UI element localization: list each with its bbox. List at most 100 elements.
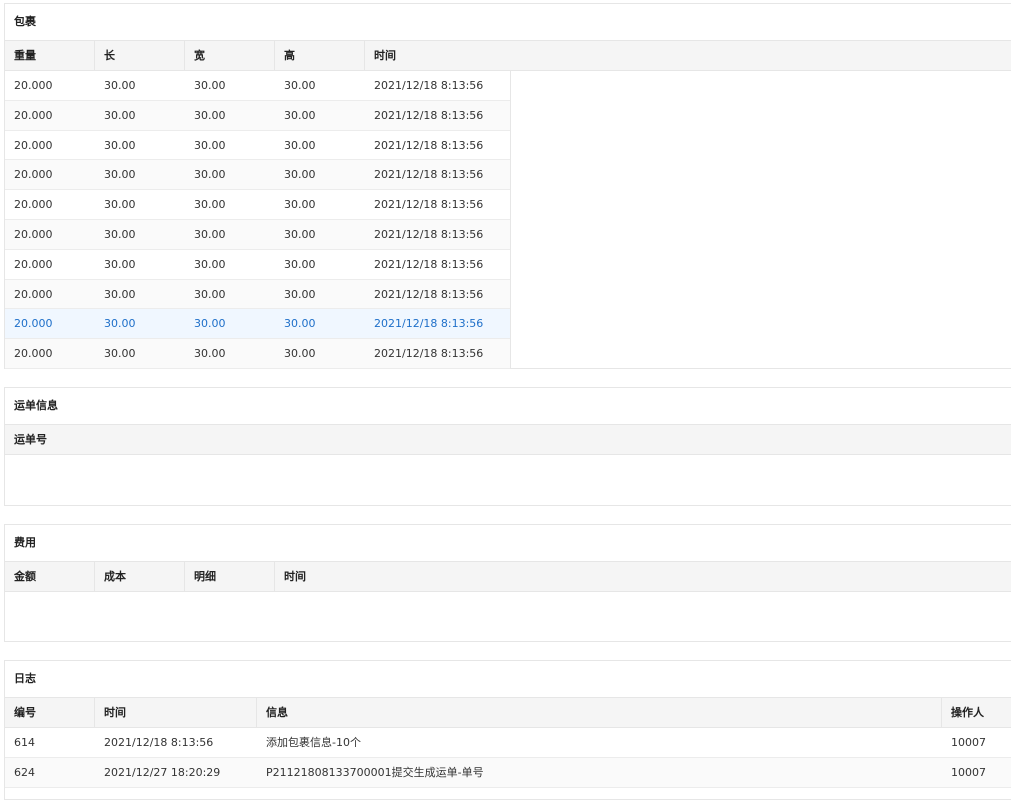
col-cost[interactable]: 成本 xyxy=(95,562,185,591)
cell-length: 30.00 xyxy=(104,287,136,301)
cell-weight: 20.000 xyxy=(14,227,53,241)
cell-length: 30.00 xyxy=(104,168,136,182)
cell-width: 30.00 xyxy=(194,108,226,122)
cell-length: 30.00 xyxy=(104,257,136,271)
table-row[interactable]: 20.000 30.00 30.00 30.00 2021/12/18 8:13… xyxy=(5,250,510,280)
packages-table-body: 20.000 30.00 30.00 30.00 2021/12/18 8:13… xyxy=(5,71,511,369)
cell-width: 30.00 xyxy=(194,287,226,301)
cell-log-time: 2021/12/27 18:20:29 xyxy=(104,765,221,779)
cell-height: 30.00 xyxy=(284,168,316,182)
cell-length: 30.00 xyxy=(104,138,136,152)
cell-time: 2021/12/18 8:13:56 xyxy=(374,79,484,92)
cell-time: 2021/12/18 8:13:56 xyxy=(374,347,484,361)
cell-time: 2021/12/18 8:13:56 xyxy=(374,257,484,271)
cell-log-operator: 10007 xyxy=(951,765,986,779)
cell-time: 2021/12/18 8:13:56 xyxy=(374,198,484,212)
cell-weight: 20.000 xyxy=(14,79,53,92)
cell-width: 30.00 xyxy=(194,79,226,92)
col-detail[interactable]: 明细 xyxy=(185,562,275,591)
cell-length: 30.00 xyxy=(104,198,136,212)
cell-height: 30.00 xyxy=(284,108,316,122)
fees-table-body xyxy=(5,592,1011,642)
table-row[interactable]: 20.000 30.00 30.00 30.00 2021/12/18 8:13… xyxy=(5,190,510,220)
cell-log-info: P21121808133700001提交生成运单-单号 xyxy=(266,765,484,779)
cell-length: 30.00 xyxy=(104,347,136,361)
col-height[interactable]: 高 xyxy=(275,41,365,70)
cell-width: 30.00 xyxy=(194,257,226,271)
log-table-header: 编号 时间 信息 操作人 xyxy=(5,698,1011,728)
col-log-info[interactable]: 信息 xyxy=(257,698,942,727)
cell-width: 30.00 xyxy=(194,138,226,152)
table-row[interactable]: 20.000 30.00 30.00 30.00 2021/12/18 8:13… xyxy=(5,339,510,369)
cell-height: 30.00 xyxy=(284,317,316,331)
log-title: 日志 xyxy=(5,661,1011,698)
cell-weight: 20.000 xyxy=(14,138,53,152)
col-weight[interactable]: 重量 xyxy=(5,41,95,70)
fees-panel: 费用 金额 成本 明细 时间 xyxy=(4,524,1011,642)
packages-title: 包裹 xyxy=(5,4,1011,41)
cell-width: 30.00 xyxy=(194,198,226,212)
waybill-table-header: 运单号 xyxy=(5,425,1011,455)
col-length[interactable]: 长 xyxy=(95,41,185,70)
cell-log-id: 614 xyxy=(14,736,35,749)
cell-time: 2021/12/18 8:13:56 xyxy=(374,168,484,182)
cell-time: 2021/12/18 8:13:56 xyxy=(374,227,484,241)
cell-length: 30.00 xyxy=(104,108,136,122)
table-row[interactable]: 20.000 30.00 30.00 30.00 2021/12/18 8:13… xyxy=(5,131,510,161)
cell-weight: 20.000 xyxy=(14,257,53,271)
col-fee-time[interactable]: 时间 xyxy=(275,562,1011,591)
col-log-operator[interactable]: 操作人 xyxy=(942,698,1011,727)
cell-time: 2021/12/18 8:13:56 xyxy=(374,287,484,301)
col-width[interactable]: 宽 xyxy=(185,41,275,70)
col-log-id[interactable]: 编号 xyxy=(5,698,95,727)
cell-log-info: 添加包裹信息-10个 xyxy=(266,736,361,749)
packages-panel: 包裹 重量 长 宽 高 时间 20.000 30.00 30.00 30.00 … xyxy=(4,3,1011,369)
col-time[interactable]: 时间 xyxy=(365,41,1011,70)
cell-weight: 20.000 xyxy=(14,168,53,182)
cell-log-operator: 10007 xyxy=(951,736,986,749)
table-row[interactable]: 624 2021/12/27 18:20:29 P211218081337000… xyxy=(5,757,1011,788)
col-amount[interactable]: 金额 xyxy=(5,562,95,591)
fees-table-header: 金额 成本 明细 时间 xyxy=(5,562,1011,592)
waybill-title: 运单信息 xyxy=(5,388,1011,425)
cell-height: 30.00 xyxy=(284,287,316,301)
cell-time: 2021/12/18 8:13:56 xyxy=(374,317,484,331)
cell-length: 30.00 xyxy=(104,79,136,92)
cell-height: 30.00 xyxy=(284,79,316,92)
log-table-body: 614 2021/12/18 8:13:56 添加包裹信息-10个 10007 … xyxy=(5,728,1011,788)
table-row[interactable]: 20.000 30.00 30.00 30.00 2021/12/18 8:13… xyxy=(5,160,510,191)
table-row[interactable]: 20.000 30.00 30.00 30.00 2021/12/18 8:13… xyxy=(5,279,510,310)
cell-log-id: 624 xyxy=(14,765,35,779)
cell-width: 30.00 xyxy=(194,227,226,241)
packages-table-header: 重量 长 宽 高 时间 xyxy=(5,41,1011,71)
table-row[interactable]: 20.000 30.00 30.00 30.00 2021/12/18 8:13… xyxy=(5,100,510,131)
cell-width: 30.00 xyxy=(194,317,226,331)
col-log-time[interactable]: 时间 xyxy=(95,698,257,727)
cell-length: 30.00 xyxy=(104,227,136,241)
cell-weight: 20.000 xyxy=(14,198,53,212)
table-row[interactable]: 20.000 30.00 30.00 30.00 2021/12/18 8:13… xyxy=(5,219,510,250)
col-waybill-number[interactable]: 运单号 xyxy=(5,425,1011,454)
table-row[interactable]: 20.000 30.00 30.00 30.00 2021/12/18 8:13… xyxy=(5,71,510,101)
cell-height: 30.00 xyxy=(284,227,316,241)
cell-width: 30.00 xyxy=(194,168,226,182)
cell-width: 30.00 xyxy=(194,347,226,361)
cell-weight: 20.000 xyxy=(14,347,53,361)
cell-height: 30.00 xyxy=(284,198,316,212)
fees-title: 费用 xyxy=(5,525,1011,562)
cell-length: 30.00 xyxy=(104,317,136,331)
cell-height: 30.00 xyxy=(284,347,316,361)
cell-height: 30.00 xyxy=(284,138,316,152)
waybill-table-body xyxy=(5,455,1011,505)
waybill-panel: 运单信息 运单号 xyxy=(4,387,1011,506)
cell-time: 2021/12/18 8:13:56 xyxy=(374,138,484,152)
cell-weight: 20.000 xyxy=(14,108,53,122)
cell-height: 30.00 xyxy=(284,257,316,271)
cell-time: 2021/12/18 8:13:56 xyxy=(374,108,484,122)
table-row[interactable]: 614 2021/12/18 8:13:56 添加包裹信息-10个 10007 xyxy=(5,728,1011,758)
cell-log-time: 2021/12/18 8:13:56 xyxy=(104,736,214,749)
cell-weight: 20.000 xyxy=(14,287,53,301)
table-row-hovered[interactable]: 20.000 30.00 30.00 30.00 2021/12/18 8:13… xyxy=(5,309,510,340)
cell-weight: 20.000 xyxy=(14,317,53,331)
log-panel: 日志 编号 时间 信息 操作人 614 2021/12/18 8:13:56 添… xyxy=(4,660,1011,800)
